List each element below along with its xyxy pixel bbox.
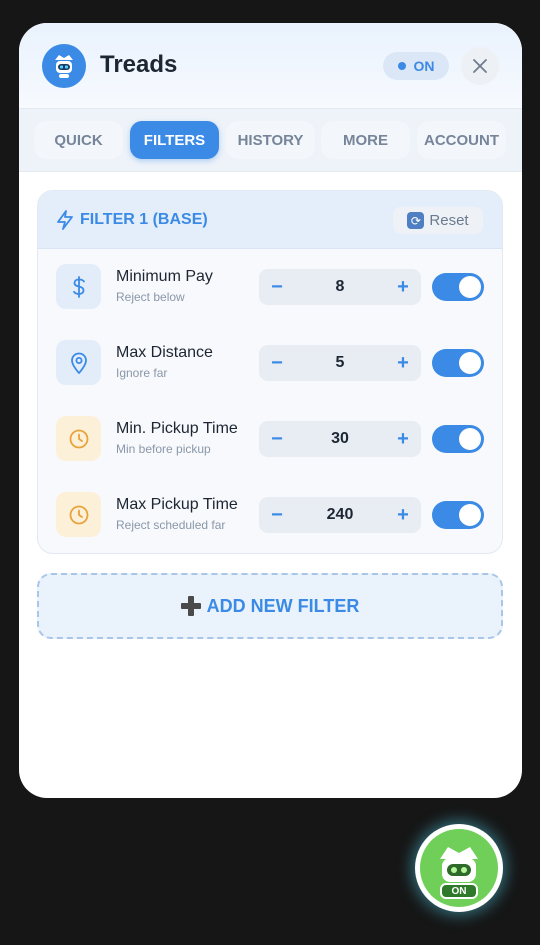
- minimum-pay-stepper: − 8 +: [259, 269, 421, 305]
- row-label: Max Distance: [116, 344, 213, 361]
- max-pickup-time-toggle[interactable]: [432, 501, 484, 529]
- min-pickup-time-stepper: − 30 +: [259, 421, 421, 457]
- min-pickup-time-toggle[interactable]: [432, 425, 484, 453]
- dollar-icon: [56, 264, 101, 309]
- tab-account[interactable]: ACCOUNT: [417, 121, 506, 159]
- floating-toggle-button[interactable]: ON: [415, 824, 503, 912]
- stepper-value[interactable]: 5: [295, 345, 385, 381]
- decrement-button[interactable]: −: [259, 497, 295, 533]
- stepper-value[interactable]: 8: [295, 269, 385, 305]
- filter-title: FILTER 1 (BASE): [80, 211, 208, 228]
- app-title: Treads: [100, 51, 178, 78]
- increment-button[interactable]: +: [385, 497, 421, 533]
- filter-row-minimum-pay: Minimum Pay Reject below − 8 +: [38, 249, 502, 325]
- reset-button[interactable]: ⟳ Reset: [393, 207, 483, 234]
- max-distance-stepper: − 5 +: [259, 345, 421, 381]
- filter-card-header: FILTER 1 (BASE) ⟳ Reset: [38, 191, 502, 249]
- row-sublabel: Ignore far: [116, 366, 168, 380]
- toggle-knob: [459, 504, 481, 526]
- settings-panel: Treads ON QUICK FILTERS HISTORY MORE ACC…: [19, 23, 522, 798]
- row-label: Minimum Pay: [116, 268, 213, 285]
- clock-icon: [56, 492, 101, 537]
- toggle-knob: [459, 428, 481, 450]
- toggle-knob: [459, 276, 481, 298]
- refresh-icon: ⟳: [407, 212, 425, 229]
- max-pickup-time-stepper: − 240 +: [259, 497, 421, 533]
- tab-more[interactable]: MORE: [321, 121, 410, 159]
- stepper-value[interactable]: 30: [295, 421, 385, 457]
- stepper-value[interactable]: 240: [295, 497, 385, 533]
- max-distance-toggle[interactable]: [432, 349, 484, 377]
- close-icon: [473, 59, 487, 73]
- status-dot-icon: [397, 62, 406, 70]
- add-filter-label: ADD NEW FILTER: [206, 595, 360, 616]
- tab-bar: QUICK FILTERS HISTORY MORE ACCOUNT: [19, 109, 522, 172]
- filter-row-max-pickup-time: Max Pickup Time Reject scheduled far − 2…: [38, 477, 502, 553]
- panel-header: Treads ON: [19, 23, 522, 109]
- add-filter-button[interactable]: ADD NEW FILTER: [37, 573, 503, 639]
- toggle-knob: [459, 352, 481, 374]
- increment-button[interactable]: +: [385, 269, 421, 305]
- row-sublabel: Reject below: [116, 290, 185, 304]
- decrement-button[interactable]: −: [259, 345, 295, 381]
- decrement-button[interactable]: −: [259, 421, 295, 457]
- decrement-button[interactable]: −: [259, 269, 295, 305]
- lightning-icon: [57, 210, 73, 230]
- status-label: ON: [413, 58, 435, 74]
- tab-history[interactable]: HISTORY: [226, 121, 315, 159]
- increment-button[interactable]: +: [385, 421, 421, 457]
- reset-label: Reset: [429, 212, 469, 229]
- plus-icon: [180, 596, 201, 616]
- filter-row-min-pickup-time: Min. Pickup Time Min before pickup − 30 …: [38, 401, 502, 477]
- tab-filters[interactable]: FILTERS: [130, 121, 219, 159]
- tab-quick[interactable]: QUICK: [34, 121, 123, 159]
- clock-icon: [56, 416, 101, 461]
- fab-status-badge: ON: [440, 883, 478, 899]
- map-pin-icon: [56, 340, 101, 385]
- increment-button[interactable]: +: [385, 345, 421, 381]
- filter-row-max-distance: Max Distance Ignore far − 5 +: [38, 325, 502, 401]
- robot-logo-icon: [42, 44, 86, 88]
- filter-card: FILTER 1 (BASE) ⟳ Reset Minimum Pay Reje…: [37, 190, 503, 554]
- row-label: Min. Pickup Time: [116, 420, 238, 437]
- close-button[interactable]: [461, 47, 499, 85]
- row-sublabel: Min before pickup: [116, 442, 211, 456]
- minimum-pay-toggle[interactable]: [432, 273, 484, 301]
- robot-fab-icon: ON: [420, 829, 498, 907]
- status-badge[interactable]: ON: [383, 52, 449, 80]
- row-sublabel: Reject scheduled far: [116, 518, 226, 532]
- row-label: Max Pickup Time: [116, 496, 238, 513]
